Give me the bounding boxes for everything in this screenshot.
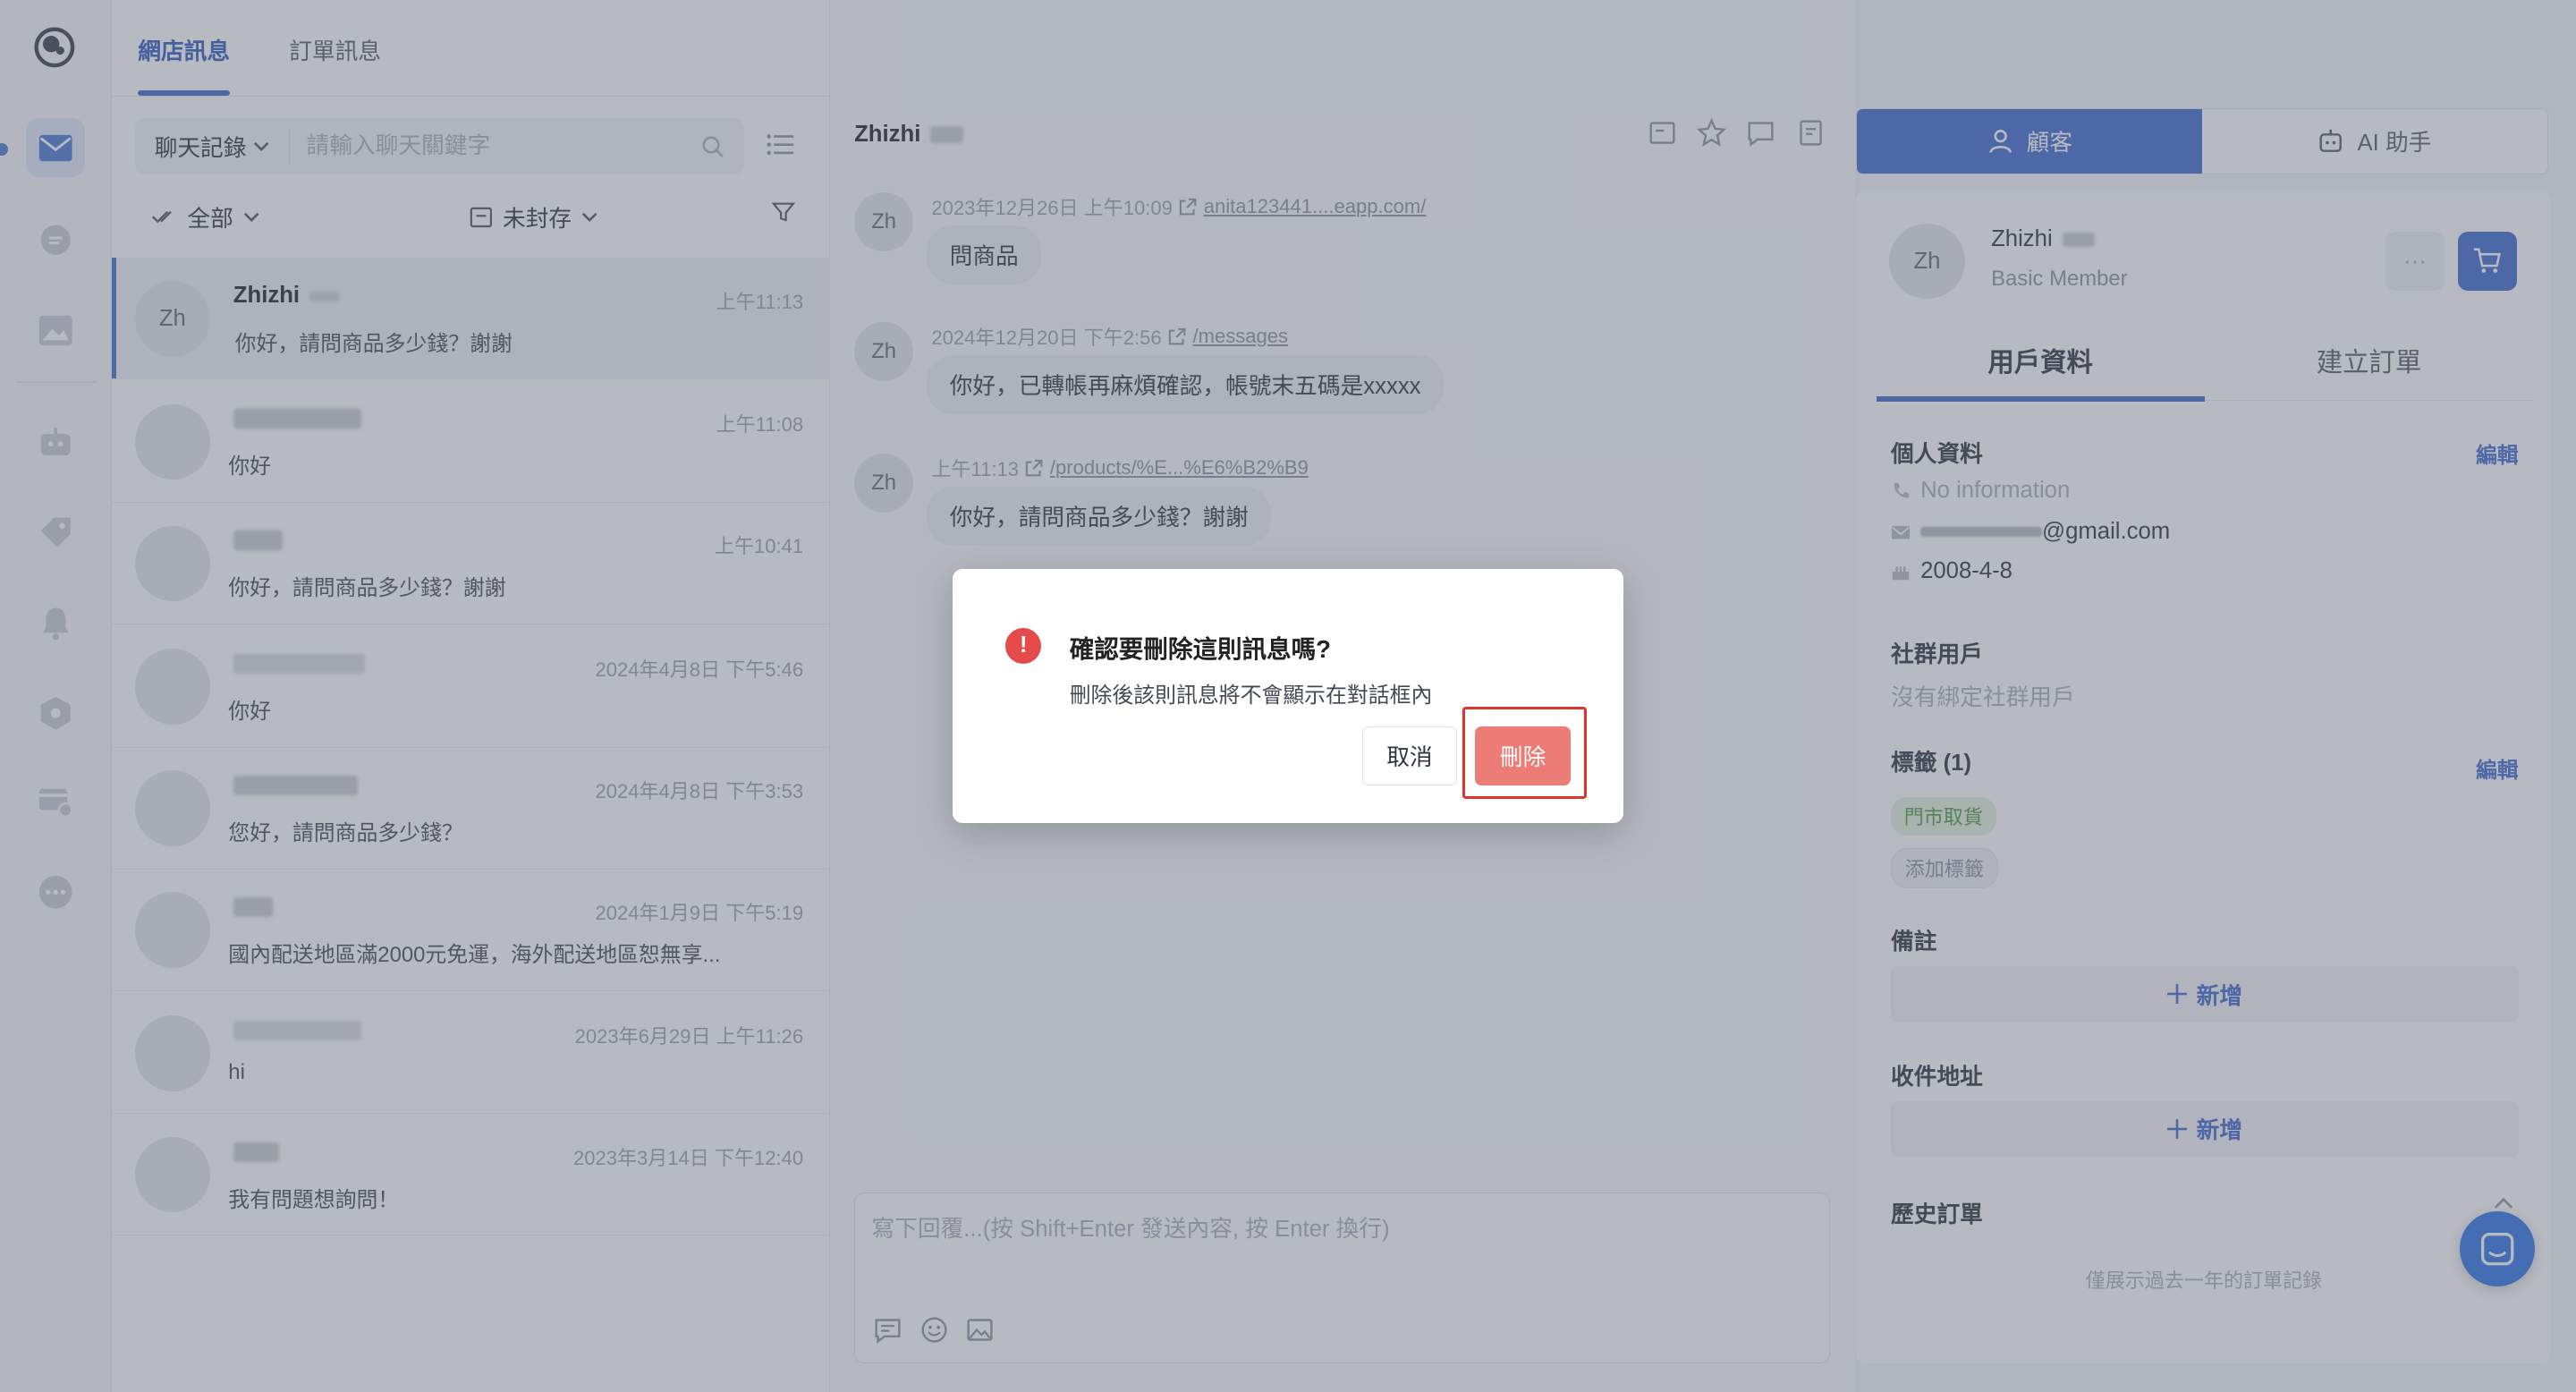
cancel-button[interactable]: 取消: [1361, 726, 1458, 785]
dialog-title: 確認要刪除這則訊息嗎?: [1069, 635, 1331, 664]
delete-button[interactable]: 刪除: [1475, 726, 1571, 785]
dialog-message: 刪除後該則訊息將不會顯示在對話框內: [1069, 683, 1433, 708]
warning-icon: !: [1005, 627, 1042, 665]
delete-confirm-dialog: ! 確認要刪除這則訊息嗎? 刪除後該則訊息將不會顯示在對話框內 取消 刪除: [953, 568, 1623, 824]
